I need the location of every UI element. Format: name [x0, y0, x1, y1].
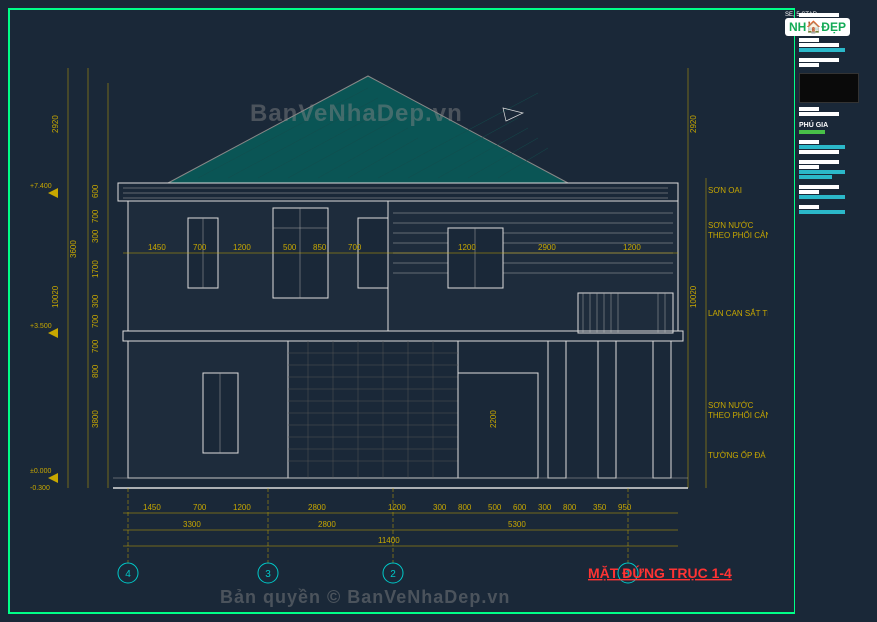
dim-3800: 3800 — [91, 410, 100, 428]
db1-600: 600 — [513, 503, 527, 512]
dt-1200c: 1200 — [623, 243, 641, 252]
db1-800: 800 — [458, 503, 472, 512]
window-f2-4 — [448, 228, 503, 288]
grid-3: 3 — [265, 569, 271, 580]
dt-500: 500 — [283, 243, 297, 252]
main-drawing-area: 2920 600 700 300 1700 300 700 700 800 38… — [8, 8, 788, 614]
elevation-drawing: 2920 600 700 300 1700 300 700 700 800 38… — [28, 28, 768, 588]
dim-2920-l: 2920 — [51, 115, 60, 133]
db1-1200: 1200 — [233, 503, 251, 512]
dt-700: 700 — [193, 243, 207, 252]
level-m0300: -0.300 — [30, 485, 50, 492]
dim-10020: 10020 — [51, 285, 60, 308]
project-name: PHÚ GIA — [799, 122, 828, 129]
col2 — [598, 341, 616, 478]
annot-phoi2: THEO PHỐI CẢNH — [708, 410, 768, 420]
db2-5300: 5300 — [508, 520, 526, 529]
dim-700c: 700 — [91, 339, 100, 353]
floor2-right — [388, 201, 678, 331]
annot-son-oai: SƠN OAI — [708, 186, 742, 195]
db1-800b: 800 — [563, 503, 577, 512]
grid-4: 4 — [125, 569, 131, 580]
level-3500: +3.500 — [30, 323, 52, 330]
db2-3300: 3300 — [183, 520, 201, 529]
col1 — [548, 341, 566, 478]
slab-hatch — [123, 188, 668, 198]
dim-2200: 2200 — [489, 410, 498, 428]
db1-300b: 300 — [538, 503, 552, 512]
brick-hatch — [288, 341, 458, 478]
db1-950: 950 — [618, 503, 632, 512]
dim-10020-r: 10020 — [689, 285, 698, 308]
roof — [168, 76, 568, 183]
grid-2: 2 — [390, 569, 396, 580]
site-logo: SE, 5 STAR NH🏠ĐẸP — [785, 12, 865, 42]
stone-cladding — [288, 341, 458, 478]
dim-700b: 700 — [91, 314, 100, 328]
dim-600: 600 — [91, 184, 100, 198]
dt-1450: 1450 — [148, 243, 166, 252]
dim-1700: 1700 — [91, 260, 100, 278]
db1-700: 700 — [193, 503, 207, 512]
roof-slab — [118, 183, 678, 201]
db1-300: 300 — [433, 503, 447, 512]
annot-tuong: TƯỜNG ỐP ĐÁ — [708, 450, 766, 460]
col3 — [653, 341, 671, 478]
annot-son-nuoc2: SƠN NƯỚC — [708, 401, 754, 410]
garage-opening — [458, 373, 538, 478]
dim-700: 700 — [91, 209, 100, 223]
dt-1200: 1200 — [233, 243, 251, 252]
dim-300: 300 — [91, 229, 100, 243]
annot-lancan: LAN CAN SẮT TRẮNG — [708, 309, 768, 318]
dim-2920-r: 2920 — [689, 115, 698, 133]
title-block: PHÚ GIA — [794, 8, 869, 614]
dt-850: 850 — [313, 243, 327, 252]
db-11400: 11400 — [378, 536, 400, 545]
db1-500: 500 — [488, 503, 502, 512]
dt-1200b: 1200 — [458, 243, 476, 252]
company-logo — [799, 73, 859, 103]
dim-3600: 3600 — [69, 240, 78, 258]
annot-phoi1: THEO PHỐI CẢNH — [708, 230, 768, 240]
annot-son-nuoc1: SƠN NƯỚC — [708, 221, 754, 230]
drawing-title: MẶT ĐỨNG TRỤC 1-4 — [588, 564, 732, 581]
level-7400: +7.400 — [30, 183, 52, 190]
level-0000: ±0.000 — [30, 468, 51, 475]
db1-1200b: 1200 — [388, 503, 406, 512]
dim-300b: 300 — [91, 294, 100, 308]
db1-350: 350 — [593, 503, 607, 512]
db1-2800: 2800 — [308, 503, 326, 512]
db2-2800: 2800 — [318, 520, 336, 529]
dt-2900: 2900 — [538, 243, 556, 252]
dt-700b: 700 — [348, 243, 362, 252]
floor2-left — [128, 201, 388, 331]
dim-800: 800 — [91, 364, 100, 378]
window-gf — [203, 373, 238, 453]
db1-1450: 1450 — [143, 503, 161, 512]
